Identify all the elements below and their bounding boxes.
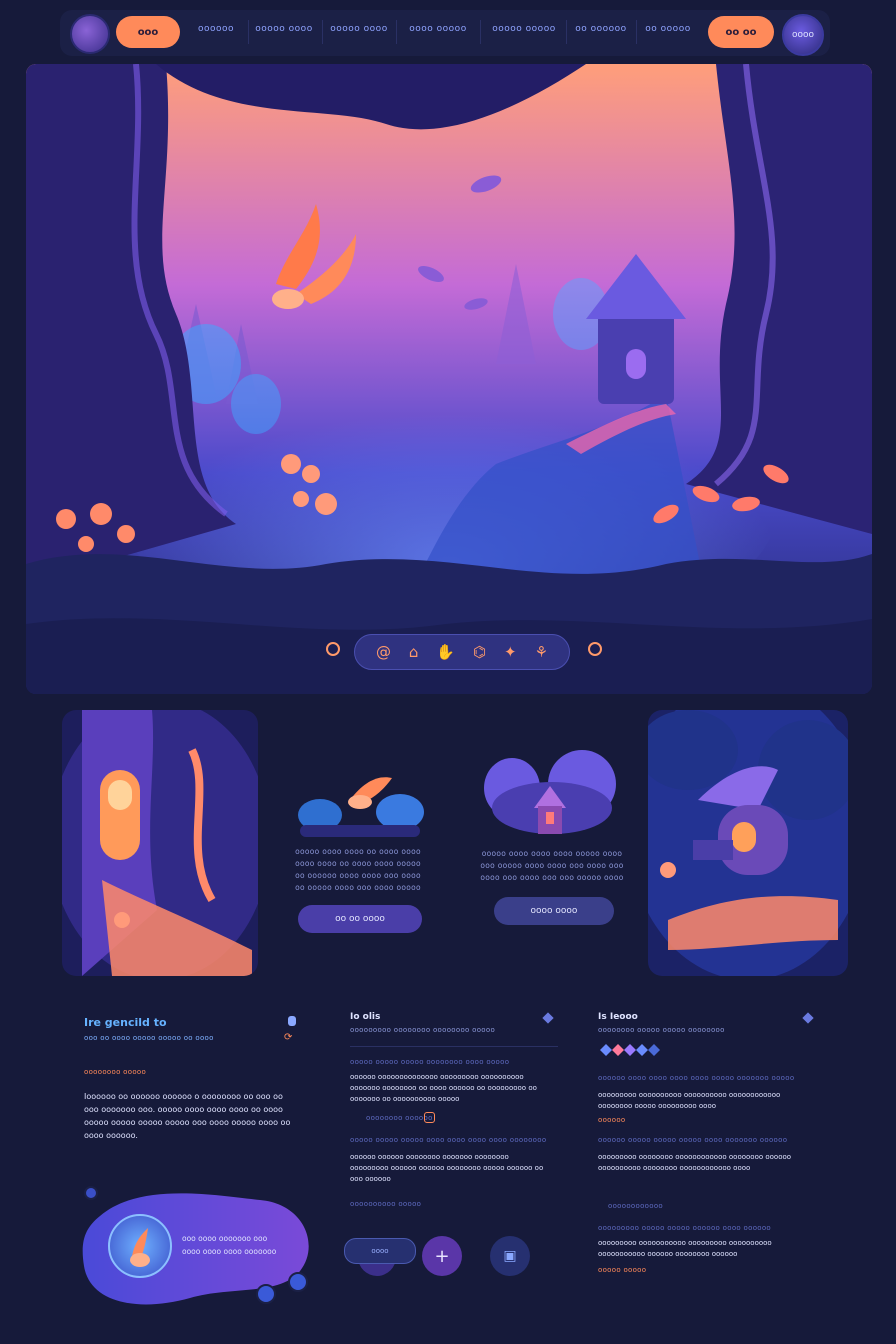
nav-divider — [636, 20, 637, 44]
footer-col3-link4[interactable]: oooooooooooo — [608, 1202, 663, 1210]
nav-primary-button[interactable]: ooo — [116, 16, 180, 48]
promo-next-icon[interactable] — [288, 1272, 308, 1292]
card-image-lantern-house[interactable] — [648, 710, 848, 976]
hero-illustration — [26, 64, 872, 694]
bookmark-icon[interactable] — [288, 1016, 296, 1026]
logo-icon[interactable] — [70, 14, 110, 54]
home-icon[interactable]: ⌂ — [409, 643, 419, 661]
footer-col2-subtitle: ooooooooo oooooooo oooooooo ooooo — [350, 1026, 496, 1034]
nav-divider — [248, 20, 249, 44]
footer-col3-body3: ooooooooo ooooooooooo ooooooooo oooooooo… — [598, 1239, 772, 1258]
footer-col2-title: Io olis — [350, 1012, 381, 1022]
footer-col3-body1: ooooooooo oooooooooo oooooooooo oooooooo… — [598, 1091, 781, 1110]
footer-col3-body2: ooooooooo oooooooo oooooooooooo oooooooo… — [598, 1153, 792, 1172]
promo-text: ooo oooo ooooooo ooo oooo oooo oooo oooo… — [182, 1234, 277, 1256]
footer-col2-body2: oooooo oooooo oooooooo ooooooo oooooooo … — [350, 1153, 544, 1183]
col3-diamond-icon — [802, 1012, 814, 1024]
footer-col2-body1: oooooo oooooooooooooo ooooooooo oooooooo… — [350, 1073, 537, 1103]
footer-col2-link1[interactable]: ooooo ooooo ooooo oooooooo oooo ooooo — [350, 1058, 509, 1066]
footer-col3-subtitle: oooooooo ooooo ooooo oooooooo — [598, 1026, 725, 1034]
card-right-button[interactable]: oooo oooo — [494, 897, 614, 925]
nav-divider — [480, 20, 481, 44]
flower-icon[interactable]: ⚘ — [535, 643, 548, 661]
footer-col1-subtitle: ooo oo oooo ooooo ooooo oo oooo — [84, 1034, 214, 1042]
card-illustration-bird — [290, 770, 430, 840]
sparkle-icon[interactable]: ✦ — [504, 643, 517, 661]
add-button[interactable]: + — [422, 1236, 462, 1276]
footer-col1-body: Ioooooo oo oooooo oooooo o oooooooo oo o… — [84, 1092, 291, 1140]
footer-col2-link2[interactable]: oooooooo oooooo — [366, 1114, 433, 1122]
link-icon[interactable]: ⟳ — [284, 1032, 300, 1043]
hero-next-dot[interactable] — [588, 642, 602, 656]
nav-link-5[interactable]: ooooo ooooo — [486, 24, 562, 40]
hero-prev-dot[interactable] — [326, 642, 340, 656]
nav-secondary-button[interactable]: oo oo — [708, 16, 774, 48]
card-description-left: ooooo oooo oooo oo oooo oooo oooo oooo o… — [295, 847, 421, 892]
nav-link-3[interactable]: ooooo oooo — [328, 24, 390, 40]
footer-col2-link3[interactable]: ooooo ooooo ooooo oooo oooo oooo oooo oo… — [350, 1136, 546, 1144]
card-left-button[interactable]: oo oo oooo — [298, 905, 422, 933]
user-avatar[interactable]: oooo — [782, 14, 824, 56]
card-image-tree-door[interactable] — [62, 710, 258, 976]
action-chip[interactable]: oooo — [344, 1238, 416, 1264]
footer-col3-link2[interactable]: oooooo — [598, 1116, 626, 1124]
col2-diamond-icon — [542, 1012, 554, 1024]
hero-toolbar: @ ⌂ ✋ ⌬ ✦ ⚘ — [354, 634, 570, 670]
card-illustration-cottage — [482, 748, 618, 844]
square-icon[interactable]: ▣ — [490, 1236, 530, 1276]
nav-divider — [396, 20, 397, 44]
divider — [350, 1046, 558, 1047]
nav-divider — [566, 20, 567, 44]
footer-col3-link3[interactable]: oooooo ooooo ooooo ooooo oooo ooooooo oo… — [598, 1136, 787, 1144]
at-icon[interactable]: @ — [376, 643, 391, 661]
footer-col1-tag[interactable]: oooooooo ooooo — [84, 1068, 146, 1076]
gem-row-icon — [598, 1042, 662, 1056]
col2-link-icon[interactable] — [424, 1112, 435, 1123]
footer-col3-link5[interactable]: ooooooooo ooooo ooooo oooooo oooo oooooo — [598, 1224, 771, 1232]
promo-avatar — [108, 1214, 172, 1278]
card-description-right: ooooo oooo oooo oooo ooooo oooo ooo oooo… — [480, 849, 624, 882]
gem-icon[interactable]: ⌬ — [473, 643, 486, 661]
footer-col3-link6[interactable]: ooooo ooooo — [598, 1266, 646, 1274]
nav-link-6[interactable]: oo oooooo — [570, 24, 632, 40]
promo-prev-icon[interactable] — [256, 1284, 276, 1304]
footer-col1-title: Ire gencild to — [84, 1016, 167, 1029]
nav-link-4[interactable]: oooo ooooo — [402, 24, 474, 40]
hand-icon[interactable]: ✋ — [436, 643, 455, 661]
nav-link-1[interactable]: oooooo — [188, 24, 244, 40]
footer-col3-link1[interactable]: oooooo oooo oooo oooo oooo ooooo ooooooo… — [598, 1074, 794, 1082]
footer-col2-link4[interactable]: oooooooooo ooooo — [350, 1200, 421, 1208]
footer-col3-title: Is Ieooo — [598, 1012, 638, 1022]
nav-divider — [322, 20, 323, 44]
nav-link-2[interactable]: ooooo oooo — [252, 24, 316, 40]
nav-link-7[interactable]: oo ooooo — [642, 24, 694, 40]
